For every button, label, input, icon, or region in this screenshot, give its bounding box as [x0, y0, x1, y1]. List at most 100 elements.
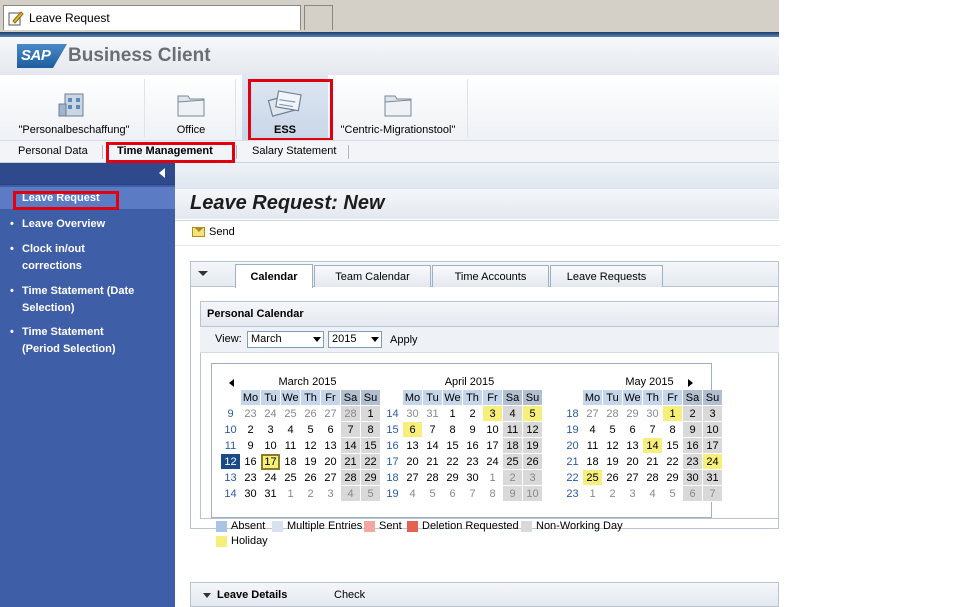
calendar-day[interactable]: 6	[683, 486, 702, 502]
calendar-day[interactable]: 4	[341, 486, 360, 502]
calendar-day[interactable]: 28	[341, 470, 360, 486]
calendar-day[interactable]: 26	[301, 470, 320, 486]
calendar-day[interactable]: 17	[703, 438, 722, 454]
calendar-day[interactable]: 30	[463, 470, 482, 486]
week-number[interactable]: 19	[563, 422, 582, 438]
calendar-day[interactable]: 8	[443, 422, 462, 438]
calendar-day[interactable]: 8	[663, 422, 682, 438]
calendar-day[interactable]: 12	[523, 422, 542, 438]
calendar-day[interactable]: 6	[623, 422, 642, 438]
calendar-day[interactable]: 14	[341, 438, 360, 454]
week-number[interactable]: 21	[563, 454, 582, 470]
calendar-day[interactable]: 9	[463, 422, 482, 438]
calendar-day[interactable]: 18	[583, 454, 602, 470]
window-tab-blank[interactable]	[304, 5, 333, 30]
calendar-day[interactable]: 1	[483, 470, 502, 486]
calendar-day[interactable]: 25	[281, 406, 300, 422]
calendar-day[interactable]: 9	[241, 438, 260, 454]
calendar-day[interactable]: 21	[423, 454, 442, 470]
calendar-day[interactable]: 3	[703, 406, 722, 422]
calendar-day[interactable]: 29	[663, 470, 682, 486]
month-select[interactable]: March	[247, 331, 324, 348]
calendar-day[interactable]: 28	[423, 470, 442, 486]
calendar-day[interactable]: 19	[301, 454, 320, 470]
calendar-day[interactable]: 31	[703, 470, 722, 486]
calendar-day[interactable]: 29	[623, 406, 642, 422]
calendar-day[interactable]: 3	[321, 486, 340, 502]
calendar-day[interactable]: 27	[403, 470, 422, 486]
calendar-day[interactable]: 6	[443, 486, 462, 502]
calendar-day[interactable]: 2	[683, 406, 702, 422]
calendar-day[interactable]: 24	[483, 454, 502, 470]
calendar-day[interactable]: 29	[443, 470, 462, 486]
calendar-day[interactable]: 15	[361, 438, 380, 454]
apply-button[interactable]: Apply	[390, 334, 418, 346]
calendar-day[interactable]: 20	[403, 454, 422, 470]
calendar-day[interactable]: 1	[443, 406, 462, 422]
calendar-day[interactable]: 23	[463, 454, 482, 470]
launchpad-item-personalbeschaffung[interactable]: "Personalbeschaffung"	[14, 75, 134, 140]
launchpad-item-centric-migrationstool[interactable]: "Centric-Migrationstool"	[336, 75, 460, 140]
calendar-day[interactable]: 8	[361, 422, 380, 438]
calendar-day[interactable]: 25	[281, 470, 300, 486]
week-number[interactable]: 14	[221, 486, 240, 502]
week-number[interactable]: 10	[221, 422, 240, 438]
calendar-day[interactable]: 15	[443, 438, 462, 454]
week-number[interactable]: 15	[383, 422, 402, 438]
calendar-day[interactable]: 25	[503, 454, 522, 470]
calendar-day[interactable]: 7	[341, 422, 360, 438]
calendar-day[interactable]: 11	[503, 422, 522, 438]
calendar-day[interactable]: 27	[623, 470, 642, 486]
calendar-day[interactable]: 7	[423, 422, 442, 438]
sidebar-item-clock-in-out-corrections[interactable]: • Clock in/out corrections	[10, 241, 170, 275]
calendar-day[interactable]: 16	[683, 438, 702, 454]
week-number[interactable]: 18	[563, 406, 582, 422]
calendar-day[interactable]: 5	[523, 406, 542, 422]
calendar-day[interactable]: 30	[643, 406, 662, 422]
calendar-day[interactable]: 2	[603, 486, 622, 502]
calendar-day[interactable]: 20	[623, 454, 642, 470]
calendar-day[interactable]: 25	[583, 470, 602, 486]
calendar-day[interactable]: 2	[301, 486, 320, 502]
calendar-day[interactable]: 3	[261, 422, 280, 438]
calendar-day[interactable]: 9	[683, 422, 702, 438]
calendar-day[interactable]: 31	[423, 406, 442, 422]
calendar-day[interactable]: 27	[583, 406, 602, 422]
calendar-day[interactable]: 3	[623, 486, 642, 502]
week-number[interactable]: 12	[221, 454, 240, 470]
calendar-day[interactable]: 17	[261, 454, 280, 470]
year-select[interactable]: 2015	[328, 331, 382, 348]
calendar-day[interactable]: 13	[321, 438, 340, 454]
calendar-day[interactable]: 17	[483, 438, 502, 454]
week-number[interactable]: 14	[383, 406, 402, 422]
calendar-day[interactable]: 2	[463, 406, 482, 422]
tab-time-accounts[interactable]: Time Accounts	[432, 265, 549, 287]
calendar-day[interactable]: 24	[261, 470, 280, 486]
collapse-left-icon[interactable]	[159, 168, 165, 178]
week-number[interactable]: 9	[221, 406, 240, 422]
calendar-day[interactable]: 9	[503, 486, 522, 502]
week-number[interactable]: 18	[383, 470, 402, 486]
calendar-day[interactable]: 10	[523, 486, 542, 502]
sidebar-item-leave-request[interactable]: Leave Request	[22, 190, 182, 207]
tab-team-calendar[interactable]: Team Calendar	[314, 265, 431, 287]
calendar-day[interactable]: 23	[241, 470, 260, 486]
calendar-day[interactable]: 28	[603, 406, 622, 422]
calendar-day[interactable]: 26	[603, 470, 622, 486]
sidebar-item-time-statement-date[interactable]: • Time Statement (Date Selection)	[10, 283, 170, 317]
calendar-day[interactable]: 7	[703, 486, 722, 502]
calendar-day[interactable]: 4	[503, 406, 522, 422]
calendar-day[interactable]: 24	[703, 454, 722, 470]
collapse-down-icon[interactable]	[198, 271, 208, 276]
calendar-day[interactable]: 3	[483, 406, 502, 422]
calendar-day[interactable]: 14	[643, 438, 662, 454]
tab-leave-requests[interactable]: Leave Requests	[550, 265, 663, 287]
calendar-day[interactable]: 1	[281, 486, 300, 502]
subnav-personal-data[interactable]: Personal Data	[18, 145, 88, 157]
check-button[interactable]: Check	[334, 589, 365, 601]
calendar-day[interactable]: 23	[683, 454, 702, 470]
calendar-day[interactable]: 19	[603, 454, 622, 470]
calendar-day[interactable]: 13	[623, 438, 642, 454]
week-number[interactable]: 17	[383, 454, 402, 470]
calendar-day[interactable]: 5	[663, 486, 682, 502]
